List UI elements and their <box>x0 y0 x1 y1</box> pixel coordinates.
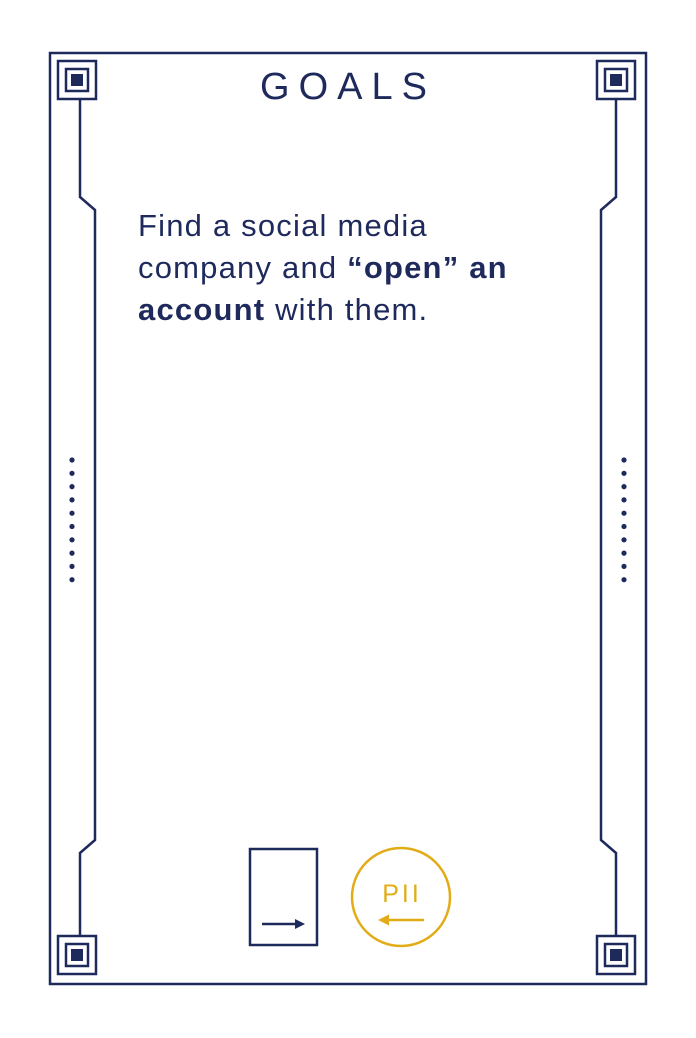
dot <box>621 470 627 476</box>
card-frame <box>48 51 648 986</box>
dot <box>69 470 75 476</box>
goal-description: Find a social media company and “open” a… <box>138 205 568 331</box>
dot <box>69 484 75 490</box>
goal-card: GOALS Find a social media company and “o… <box>0 0 696 1038</box>
square-target-icon <box>595 934 637 976</box>
dot <box>621 484 627 490</box>
card-arrow-right-icon <box>248 847 319 947</box>
square-target-icon <box>56 934 98 976</box>
dot <box>69 577 75 583</box>
dot <box>621 510 627 516</box>
dot <box>621 550 627 556</box>
dotted-line-icon <box>621 457 627 583</box>
card-title: GOALS <box>260 66 436 108</box>
dotted-line-icon <box>69 457 75 583</box>
dot <box>621 497 627 503</box>
dot <box>621 523 627 530</box>
dot <box>621 577 627 583</box>
goal-text-part: with them. <box>265 292 429 327</box>
dot <box>69 497 75 503</box>
dot <box>69 550 75 556</box>
dot <box>621 537 627 543</box>
dot <box>69 523 75 530</box>
pii-label: PII <box>382 880 422 908</box>
dot <box>621 563 627 570</box>
dot <box>621 457 627 463</box>
right-inner-rail <box>599 100 618 938</box>
dot <box>69 457 75 463</box>
dot <box>69 563 75 570</box>
left-inner-rail <box>78 100 97 938</box>
dot <box>69 510 75 516</box>
outer-border <box>48 51 648 986</box>
dot <box>69 537 75 543</box>
